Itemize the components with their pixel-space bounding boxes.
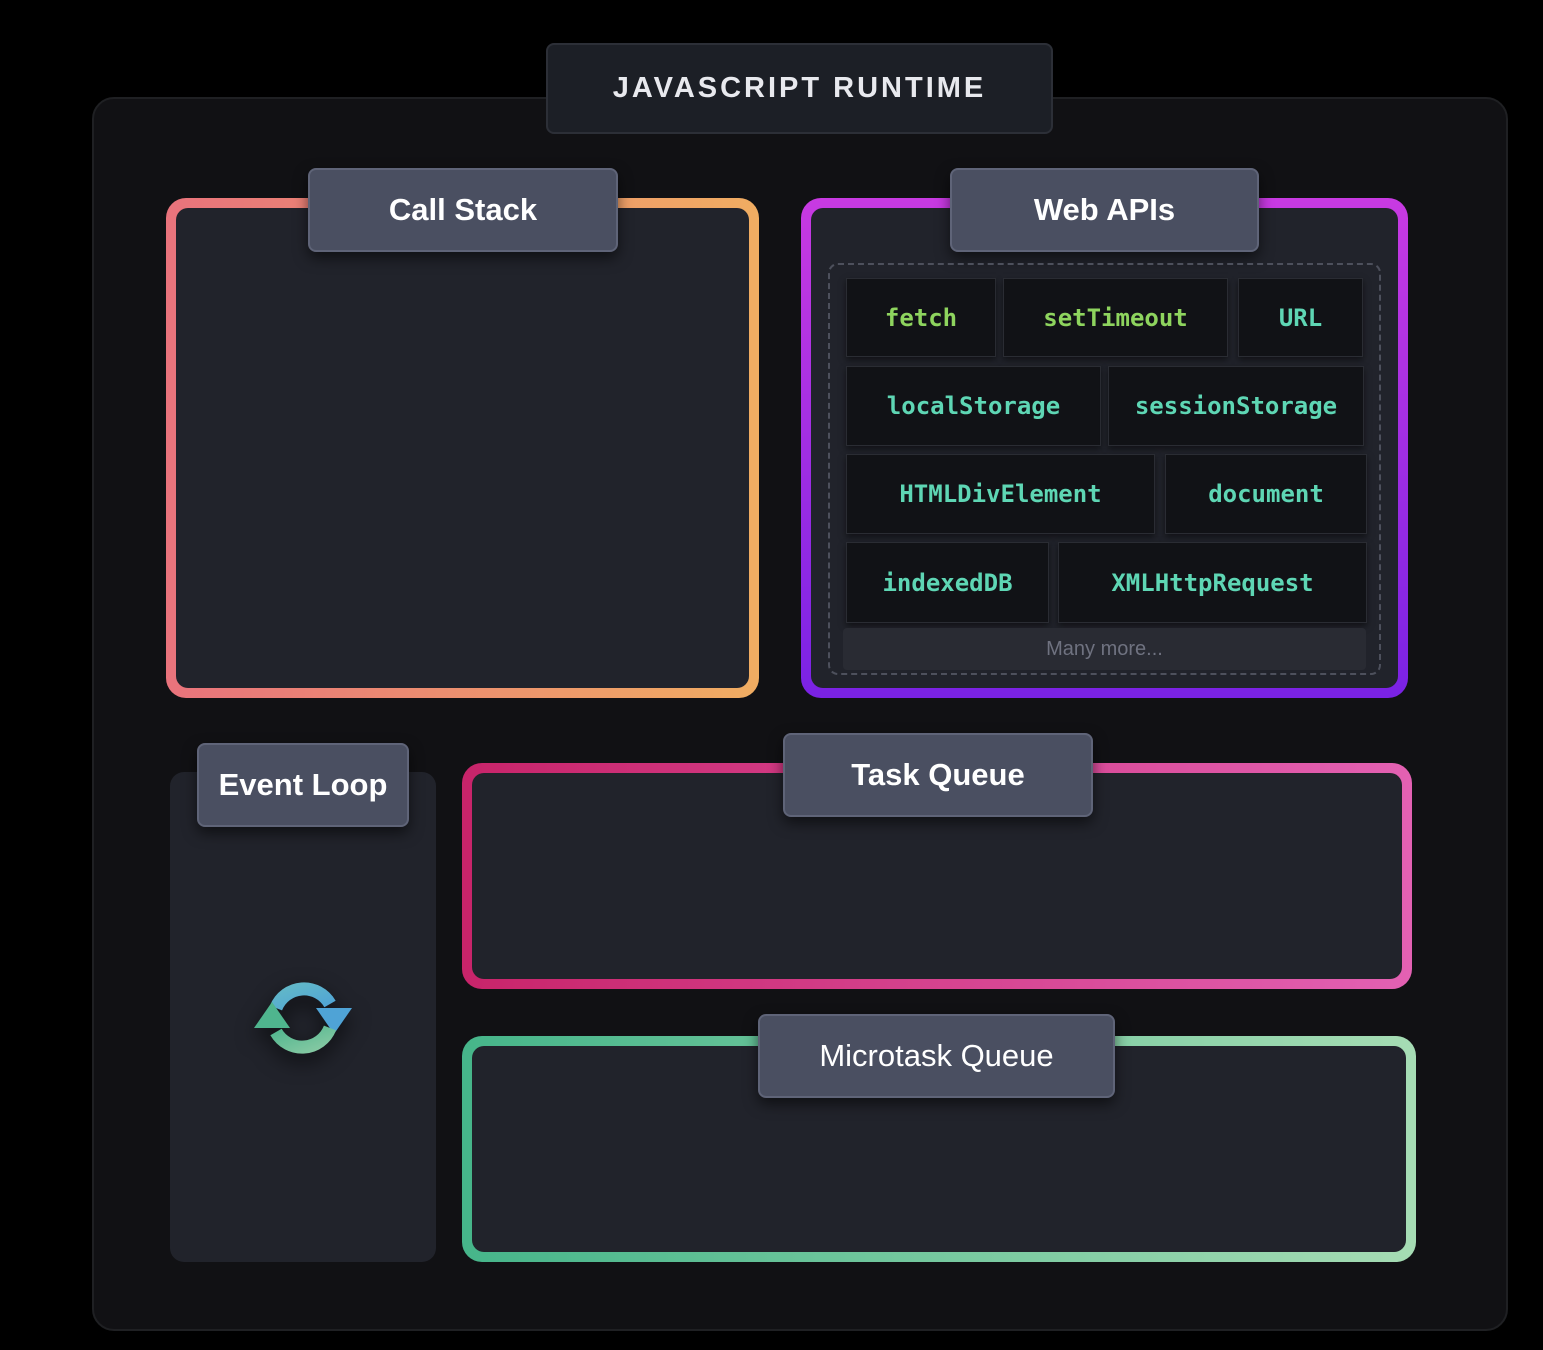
call-stack-area <box>176 208 749 688</box>
microtask-queue-label: Microtask Queue <box>758 1014 1115 1098</box>
api-sessionstorage: sessionStorage <box>1108 366 1364 446</box>
web-apis-label: Web APIs <box>950 168 1259 252</box>
api-htmldivelement: HTMLDivElement <box>846 454 1155 534</box>
web-apis-more: Many more... <box>843 628 1366 670</box>
api-document: document <box>1165 454 1367 534</box>
refresh-icon <box>254 982 352 1054</box>
api-settimeout: setTimeout <box>1003 278 1228 357</box>
call-stack-panel <box>166 198 759 698</box>
api-url: URL <box>1238 278 1363 357</box>
api-localstorage: localStorage <box>846 366 1101 446</box>
api-xmlhttprequest: XMLHttpRequest <box>1058 542 1367 623</box>
call-stack-label: Call Stack <box>308 168 618 252</box>
api-indexeddb: indexedDB <box>846 542 1049 623</box>
task-queue-label: Task Queue <box>783 733 1093 817</box>
event-loop-label: Event Loop <box>197 743 409 827</box>
runtime-title: JAVASCRIPT RUNTIME <box>546 43 1053 134</box>
api-fetch: fetch <box>846 278 996 357</box>
